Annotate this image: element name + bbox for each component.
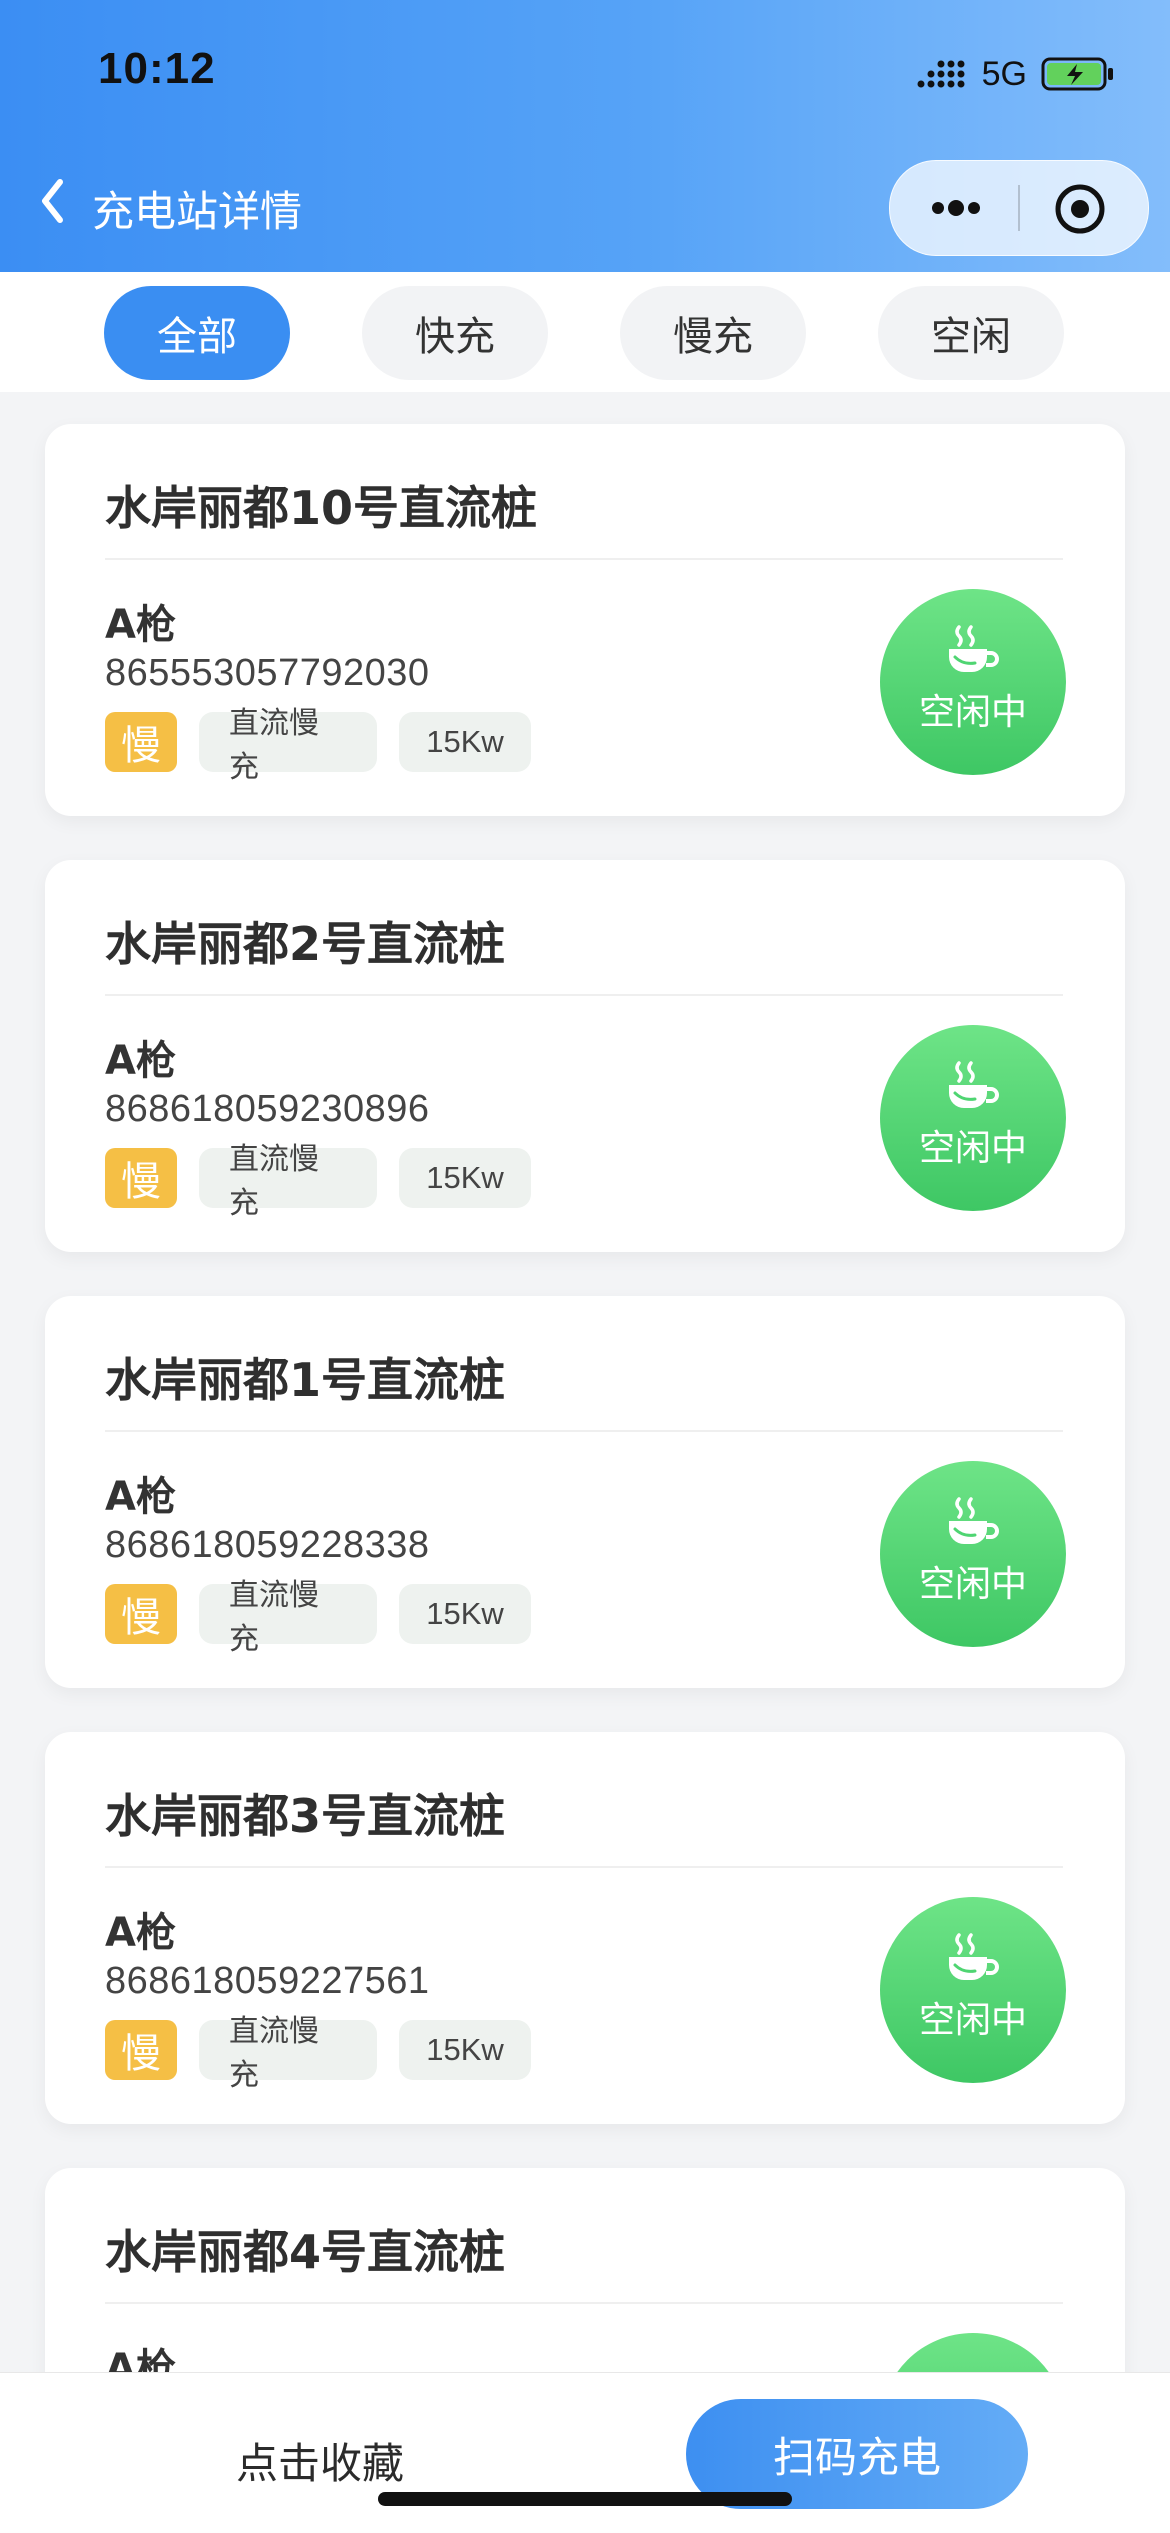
header: 10:12 5G 充电站详情 [0, 0, 1170, 272]
cup-icon [949, 1497, 999, 1544]
tag-row: 慢 直流慢充 15Kw [105, 706, 531, 785]
charge-type-tag: 直流慢充 [199, 706, 377, 785]
filter-bar: 全部 快充 慢充 空闲 [0, 272, 1170, 392]
filter-tab-slow[interactable]: 慢充 [620, 286, 806, 380]
charge-type-tag: 直流慢充 [199, 2014, 377, 2093]
pile-title: 水岸丽都1号直流桩 [105, 1353, 506, 1407]
more-dots-icon[interactable] [924, 189, 988, 227]
gun-label: A枪 [105, 1038, 176, 1084]
network-label: 5G [981, 54, 1027, 93]
status-text: 空闲中 [918, 2000, 1027, 2041]
tag-row: 慢 直流慢充 15Kw [105, 1578, 531, 1657]
tag-row: 慢 直流慢充 15Kw [105, 2014, 531, 2093]
pile-card[interactable]: 水岸丽都3号直流桩 A枪 868618059227561 慢 直流慢充 15Kw… [45, 1732, 1125, 2124]
status-icons: 5G [916, 52, 1115, 96]
card-divider [105, 558, 1063, 560]
target-close-icon[interactable] [1053, 182, 1107, 236]
pile-list[interactable]: 水岸丽都10号直流桩 A枪 865553057792030 慢 直流慢充 15K… [0, 392, 1170, 2372]
filter-tab-all[interactable]: 全部 [104, 286, 290, 380]
status-circle[interactable]: 空闲中 [880, 1025, 1066, 1211]
capsule-divider [1018, 185, 1020, 231]
slow-badge: 慢 [105, 1584, 177, 1644]
bottom-bar: 点击收藏 扫码充电 [0, 2372, 1170, 2533]
cup-icon [949, 1061, 999, 1108]
home-indicator [378, 2492, 792, 2506]
power-tag: 15Kw [399, 1148, 531, 1208]
card-divider [105, 1430, 1063, 1432]
status-circle[interactable] [880, 2333, 1066, 2372]
status-time: 10:12 [98, 44, 216, 93]
status-circle[interactable]: 空闲中 [880, 1461, 1066, 1647]
pile-title: 水岸丽都3号直流桩 [105, 1789, 506, 1843]
gun-label: A枪 [105, 1910, 176, 1956]
pile-title: 水岸丽都10号直流桩 [105, 481, 538, 535]
favorite-button[interactable]: 点击收藏 [200, 2425, 440, 2495]
slow-badge: 慢 [105, 712, 177, 772]
status-text: 空闲中 [918, 1564, 1027, 1605]
pile-card[interactable]: 水岸丽都2号直流桩 A枪 868618059230896 慢 直流慢充 15Kw… [45, 860, 1125, 1252]
back-icon[interactable] [36, 176, 70, 226]
gun-label: A枪 [105, 1474, 176, 1520]
pile-card[interactable]: 水岸丽都4号直流桩 A枪 [45, 2168, 1125, 2372]
power-tag: 15Kw [399, 2020, 531, 2080]
card-divider [105, 2302, 1063, 2304]
gun-label: A枪 [105, 602, 176, 648]
serial-number: 865553057792030 [105, 652, 430, 694]
miniapp-capsule [889, 160, 1149, 256]
tag-row: 慢 直流慢充 15Kw [105, 1142, 531, 1221]
cup-icon [949, 1933, 999, 1980]
pile-card[interactable]: 水岸丽都1号直流桩 A枪 868618059228338 慢 直流慢充 15Kw… [45, 1296, 1125, 1688]
pile-title: 水岸丽都2号直流桩 [105, 917, 506, 971]
page-title: 充电站详情 [92, 187, 303, 236]
serial-number: 868618059230896 [105, 1088, 430, 1130]
power-tag: 15Kw [399, 1584, 531, 1644]
slow-badge: 慢 [105, 1148, 177, 1208]
serial-number: 868618059227561 [105, 1960, 430, 2002]
signal-icon [917, 60, 965, 88]
status-circle[interactable]: 空闲中 [880, 1897, 1066, 2083]
status-text: 空闲中 [918, 1128, 1027, 1169]
gun-label: A枪 [105, 2346, 176, 2372]
pile-title: 水岸丽都4号直流桩 [105, 2225, 506, 2279]
pile-card[interactable]: 水岸丽都10号直流桩 A枪 865553057792030 慢 直流慢充 15K… [45, 424, 1125, 816]
battery-charging-icon [1041, 57, 1113, 91]
filter-tab-fast[interactable]: 快充 [362, 286, 548, 380]
charge-type-tag: 直流慢充 [199, 1142, 377, 1221]
serial-number: 868618059228338 [105, 1524, 430, 1566]
card-divider [105, 1866, 1063, 1868]
status-circle[interactable]: 空闲中 [880, 589, 1066, 775]
status-text: 空闲中 [918, 692, 1027, 733]
slow-badge: 慢 [105, 2020, 177, 2080]
charge-type-tag: 直流慢充 [199, 1578, 377, 1657]
power-tag: 15Kw [399, 712, 531, 772]
cup-icon [949, 625, 999, 672]
card-divider [105, 994, 1063, 996]
filter-tab-idle[interactable]: 空闲 [878, 286, 1064, 380]
